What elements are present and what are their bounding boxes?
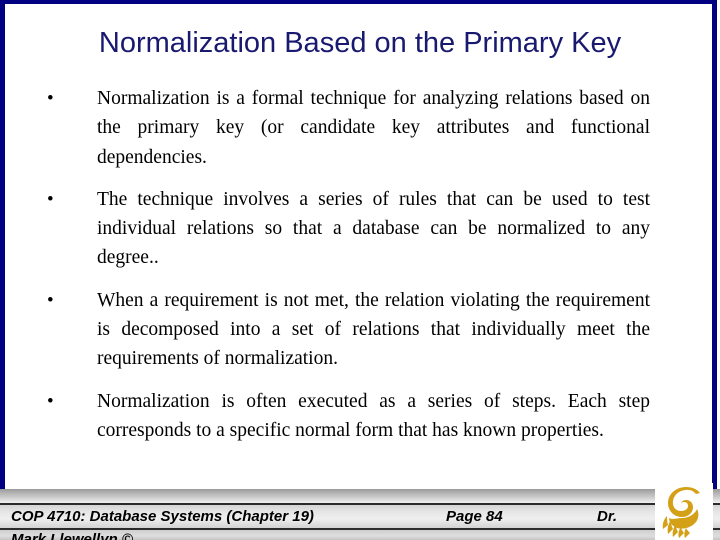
bullet-text: Normalization is often executed as a ser… — [97, 390, 650, 441]
bullet-point-icon: • — [47, 289, 54, 311]
slide-title: Normalization Based on the Primary Key — [98, 27, 622, 59]
bullet-item: • Normalization is a formal technique fo… — [44, 84, 650, 172]
bullet-point-icon: • — [47, 88, 54, 109]
footer-gap — [5, 486, 712, 488]
slide-border-left — [0, 0, 5, 498]
slide-body: • Normalization is a formal technique fo… — [44, 84, 650, 458]
bullet-point-icon: • — [47, 188, 54, 210]
slide-border-top — [0, 0, 717, 4]
footer-course-label: COP 4710: Database Systems (Chapter 19) — [11, 508, 314, 525]
bullet-text: The technique involves a series of rules… — [97, 188, 650, 269]
slide-border-right — [712, 0, 717, 498]
bullet-item: • Normalization is often executed as a s… — [44, 387, 650, 446]
footer-author-name: Mark Llewellyn © — [11, 531, 133, 540]
bullet-point-icon: • — [47, 390, 54, 412]
footer-band-upper — [0, 489, 720, 503]
slide-canvas: Normalization Based on the Primary Key •… — [0, 0, 720, 540]
bullet-item: • The technique involves a series of rul… — [44, 185, 650, 273]
bullet-text: Normalization is a formal technique for … — [97, 88, 650, 168]
ucf-pegasus-logo — [655, 483, 713, 540]
footer-page-number: Page 84 — [446, 508, 503, 525]
bullet-item: • When a requirement is not met, the rel… — [44, 286, 650, 374]
bullet-text: When a requirement is not met, the relat… — [97, 289, 650, 370]
footer-author-prefix: Dr. — [597, 508, 618, 525]
